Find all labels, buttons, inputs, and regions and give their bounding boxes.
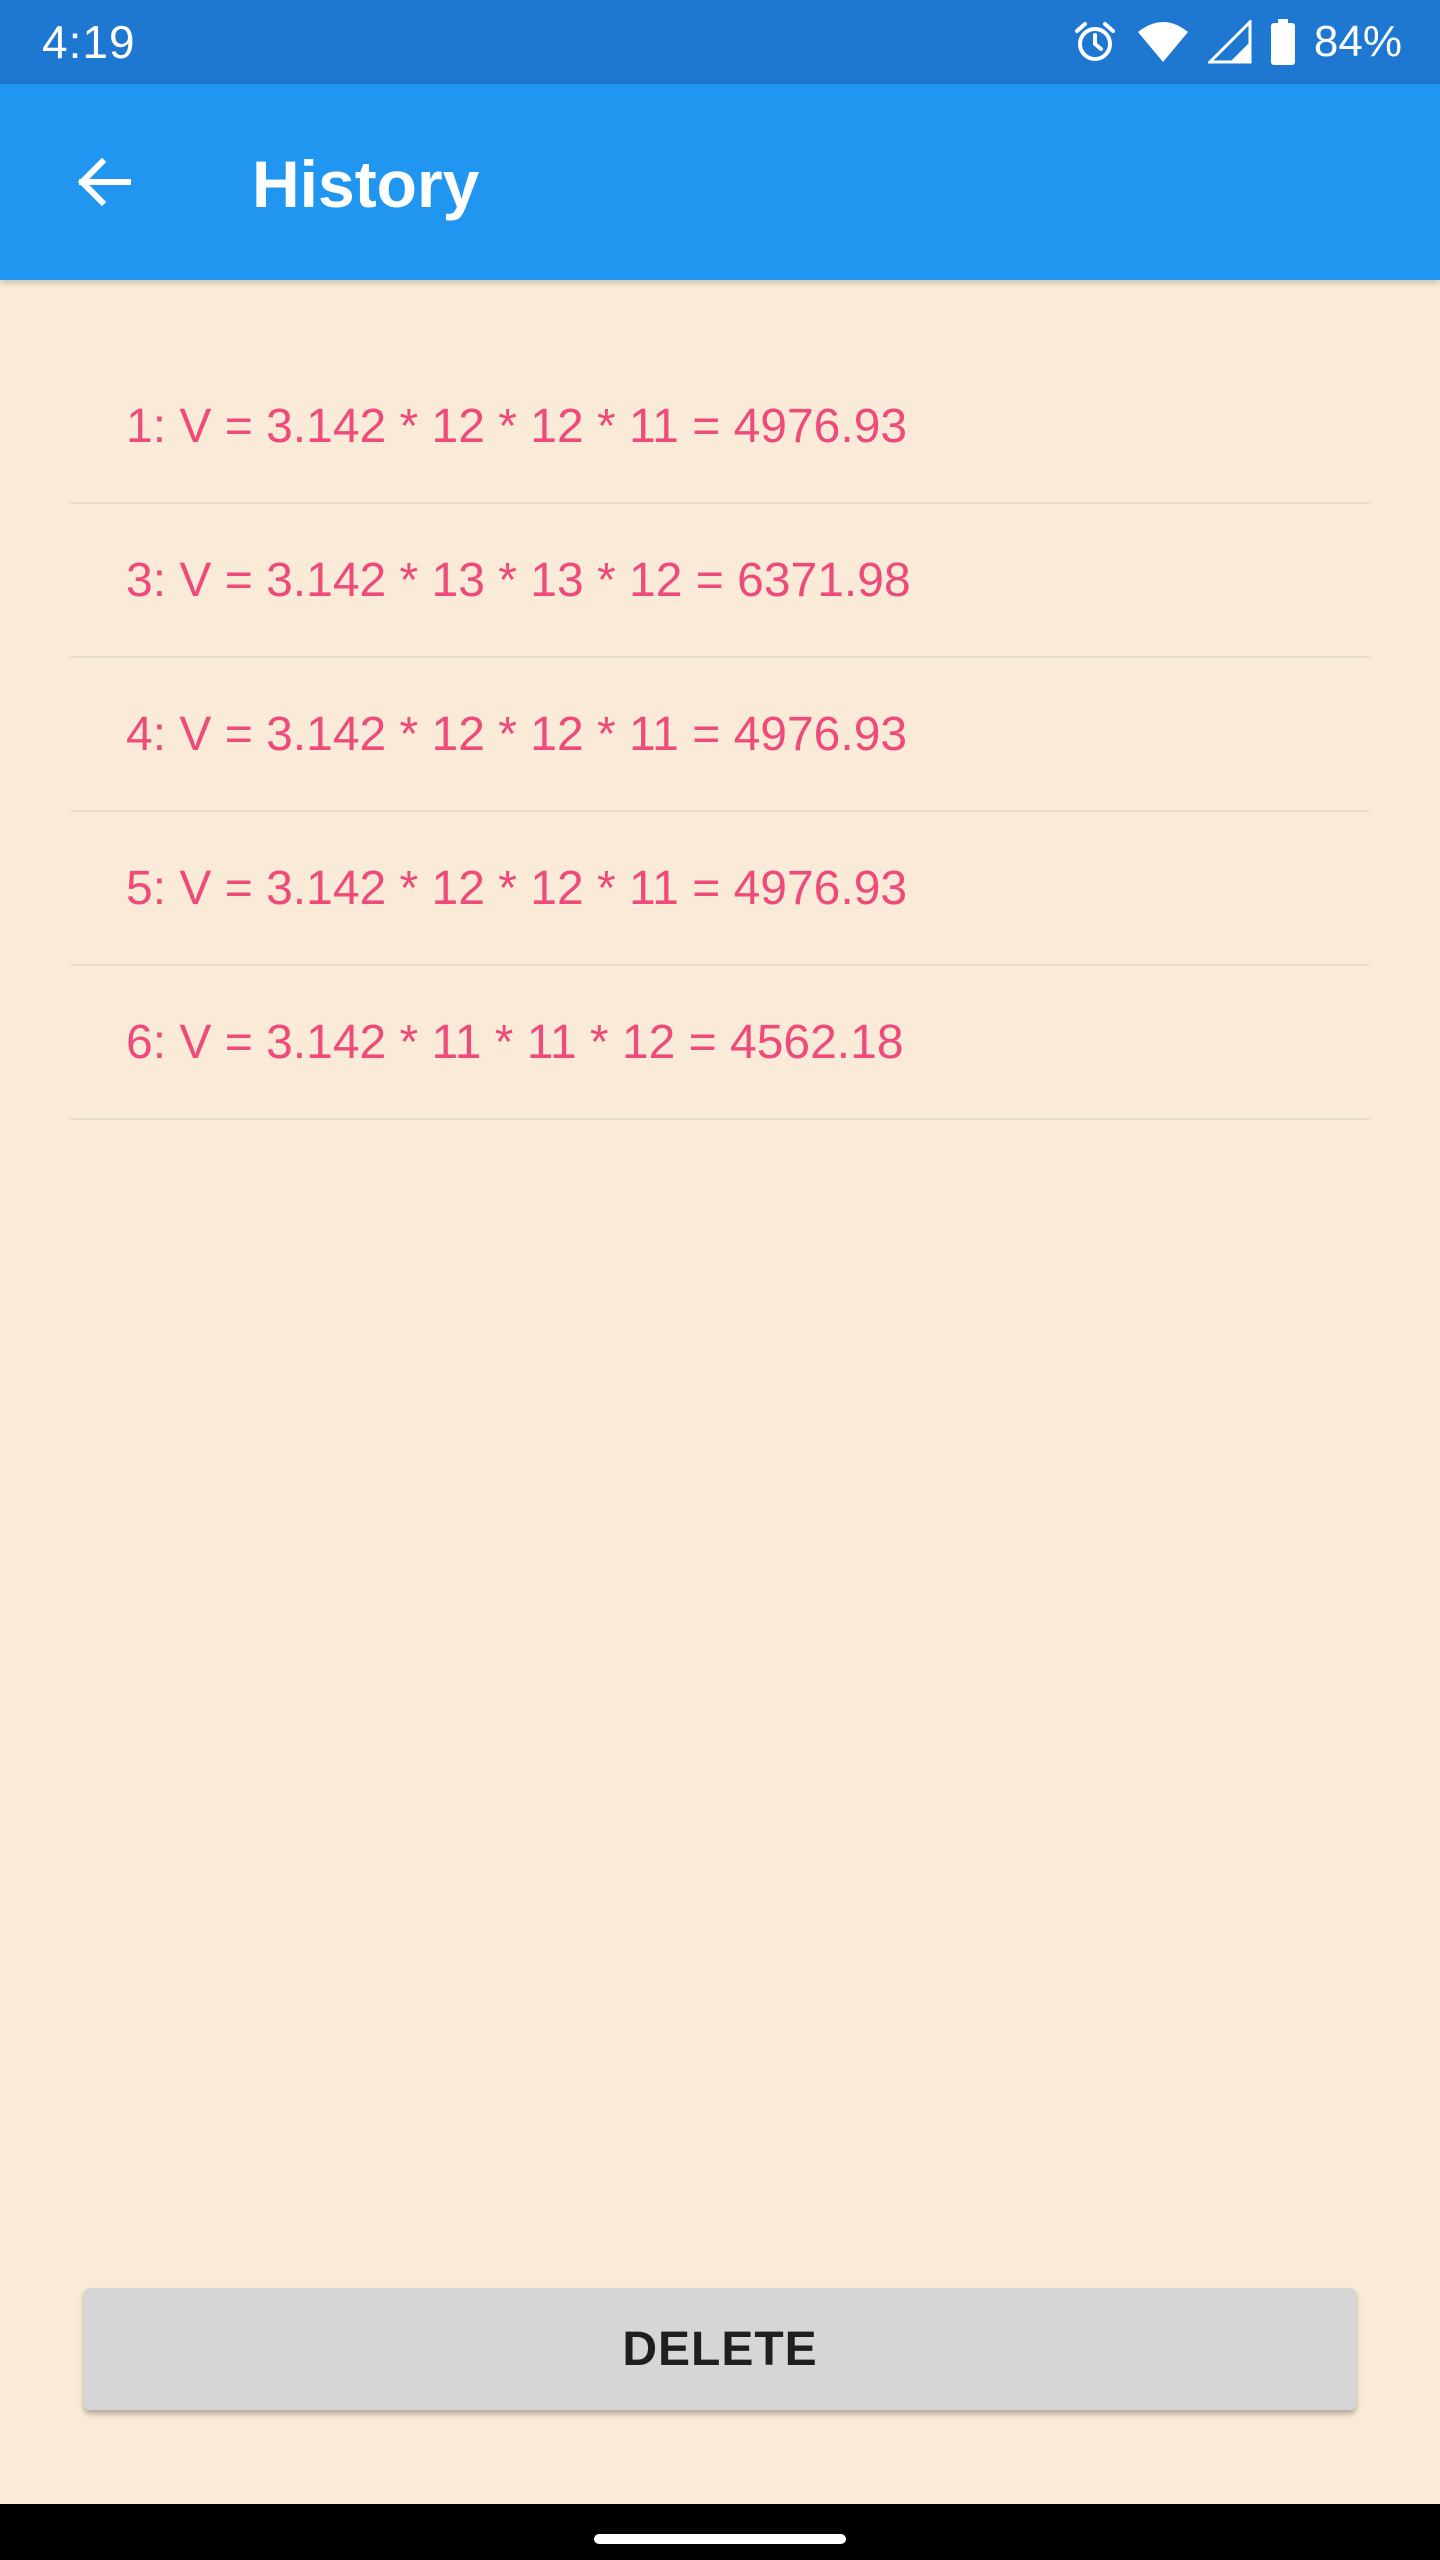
arrow-back-icon <box>77 157 131 207</box>
history-item[interactable]: 1: V = 3.142 * 12 * 12 * 11 = 4976.93 <box>70 350 1370 504</box>
navigation-bar <box>0 2504 1440 2560</box>
status-time: 4:19 <box>42 16 136 68</box>
status-bar: 4:19 84% <box>0 0 1440 84</box>
battery-icon <box>1270 19 1296 65</box>
history-list: 1: V = 3.142 * 12 * 12 * 11 = 4976.93 3:… <box>70 350 1370 1120</box>
history-item[interactable]: 6: V = 3.142 * 11 * 11 * 12 = 4562.18 <box>70 966 1370 1120</box>
alarm-icon <box>1072 19 1118 65</box>
delete-button[interactable]: DELETE <box>84 2288 1356 2410</box>
wifi-icon <box>1136 20 1190 64</box>
history-item[interactable]: 5: V = 3.142 * 12 * 12 * 11 = 4976.93 <box>70 812 1370 966</box>
history-item[interactable]: 4: V = 3.142 * 12 * 12 * 11 = 4976.93 <box>70 658 1370 812</box>
app-bar: History <box>0 84 1440 280</box>
back-button[interactable] <box>52 130 156 234</box>
signal-icon <box>1207 20 1252 64</box>
history-item[interactable]: 3: V = 3.142 * 13 * 13 * 12 = 6371.98 <box>70 504 1370 658</box>
page-title: History <box>252 147 480 221</box>
status-icons: 84% <box>1072 14 1402 70</box>
home-indicator[interactable] <box>594 2534 846 2544</box>
battery-level: 84% <box>1313 17 1402 66</box>
